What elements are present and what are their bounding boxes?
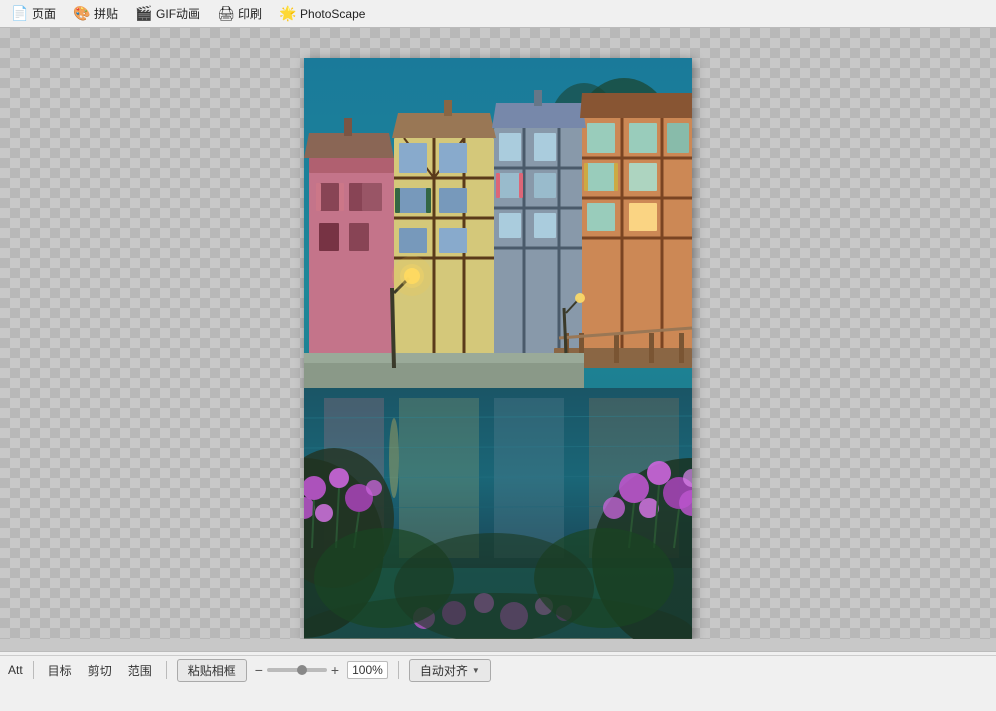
- gif-icon: 🎬: [136, 6, 152, 22]
- menu-paste-label: 拼贴: [94, 5, 118, 22]
- page-icon: 📄: [12, 6, 28, 22]
- photo-svg: [304, 58, 692, 639]
- menu-paste[interactable]: 🎨 拼贴: [66, 2, 126, 25]
- target-label: 目标: [44, 662, 76, 679]
- separator-3: [398, 661, 399, 679]
- separator-2: [166, 661, 167, 679]
- bottom-tools: Att 目标 剪切 范围 粘贴相框 − + 100% 自动对齐 ▼: [0, 655, 996, 711]
- print-icon: 🖨: [218, 6, 234, 22]
- menu-print-label: 印刷: [238, 5, 262, 22]
- zoom-minus-icon[interactable]: −: [255, 662, 263, 678]
- canvas-area: [0, 28, 996, 639]
- menu-photoscape-label: PhotoScape: [300, 7, 365, 21]
- menu-page-label: 页面: [32, 5, 56, 22]
- zoom-thumb[interactable]: [297, 665, 307, 675]
- menu-bar: 📄 页面 🎨 拼贴 🎬 GIF动画 🖨 印刷 🌟 PhotoScape: [0, 0, 996, 28]
- zoom-slider: − +: [255, 662, 339, 678]
- zoom-value: 100%: [347, 661, 388, 679]
- auto-align-button[interactable]: 自动对齐 ▼: [409, 659, 491, 682]
- menu-gif[interactable]: 🎬 GIF动画: [128, 2, 208, 25]
- cut-label: 剪切: [84, 662, 116, 679]
- paste-icon: 🎨: [74, 6, 90, 22]
- zoom-track[interactable]: [267, 668, 327, 672]
- dropdown-arrow-icon: ▼: [472, 666, 480, 675]
- photoscape-icon: 🌟: [280, 6, 296, 22]
- menu-gif-label: GIF动画: [156, 5, 200, 22]
- att-label: Att: [8, 663, 23, 677]
- bottom-tools-row: Att 目标 剪切 范围 粘贴相框 − + 100% 自动对齐 ▼: [0, 656, 996, 684]
- photo-container[interactable]: [304, 58, 692, 639]
- zoom-plus-icon[interactable]: +: [331, 662, 339, 678]
- menu-photoscape[interactable]: 🌟 PhotoScape: [272, 3, 373, 25]
- separator-1: [33, 661, 34, 679]
- menu-print[interactable]: 🖨 印刷: [210, 2, 270, 25]
- menu-page[interactable]: 📄 页面: [4, 2, 64, 25]
- range-label: 范围: [124, 662, 156, 679]
- auto-align-label: 自动对齐: [420, 662, 468, 679]
- paste-frame-button[interactable]: 粘贴相框: [177, 659, 247, 682]
